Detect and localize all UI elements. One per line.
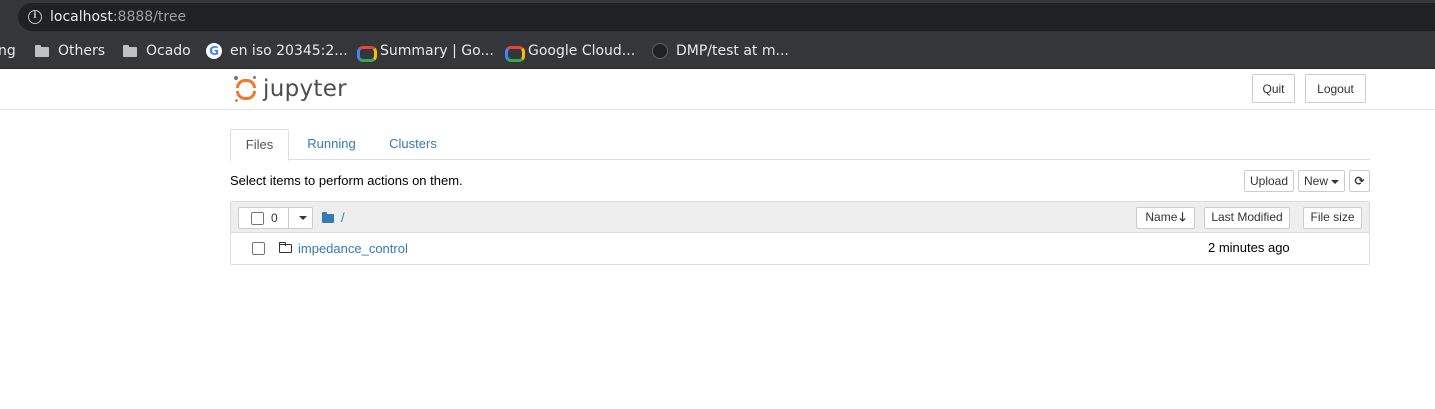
url-path: :8888/tree: [112, 9, 187, 25]
logout-button[interactable]: Logout: [1305, 74, 1366, 103]
jupyter-logo-icon: [234, 76, 258, 102]
sort-file-size-button[interactable]: File size: [1303, 207, 1362, 229]
arrow-down-icon: 🡓: [1179, 210, 1186, 224]
bookmark-en-iso[interactable]: G en iso 20345:2...: [206, 42, 348, 60]
logo-text: jupyter: [263, 76, 347, 102]
divider: [288, 208, 289, 228]
back-arrow-icon[interactable]: ‹: [0, 8, 6, 24]
dashboard-tabs: Files Running Clusters: [230, 129, 1370, 161]
bookmark-google-cloud[interactable]: Google Cloud...: [504, 42, 636, 62]
upload-button[interactable]: Upload: [1244, 170, 1294, 192]
select-all-dropdown[interactable]: 0: [238, 207, 313, 229]
list-header: 0 / Name 🡓 Last Modified File size: [231, 202, 1369, 233]
bookmark-label: ng: [0, 43, 16, 59]
selected-count: 0: [271, 211, 278, 225]
breadcrumb[interactable]: /: [322, 210, 345, 225]
google-icon: G: [206, 43, 222, 59]
new-label: New: [1304, 174, 1329, 188]
refresh-icon: ⟳: [1354, 174, 1365, 188]
site-info-icon[interactable]: i: [28, 10, 42, 24]
google-cloud-icon: [356, 43, 377, 62]
item-modified: 2 minutes ago: [1208, 240, 1290, 255]
refresh-button[interactable]: ⟳: [1349, 170, 1370, 192]
breadcrumb-path[interactable]: /: [341, 210, 345, 225]
selection-hint: Select items to perform actions on them.: [230, 173, 463, 188]
folder-icon: [322, 211, 334, 223]
bookmarks-bar: ng Others Ocado G en iso 20345:2... Summ…: [0, 34, 1435, 69]
folder-icon: [34, 43, 50, 59]
list-item[interactable]: impedance_control 2 minutes ago: [231, 234, 1369, 264]
bookmark-summary[interactable]: Summary | Go...: [356, 42, 494, 62]
caret-down-icon: [1331, 179, 1340, 184]
bookmark-ocado[interactable]: Ocado: [122, 42, 191, 60]
tab-files[interactable]: Files: [230, 129, 289, 161]
notebook-list: 0 / Name 🡓 Last Modified File size impeda…: [230, 201, 1370, 265]
bookmark-label: en iso 20345:2...: [230, 43, 348, 59]
jupyter-logo[interactable]: jupyter: [234, 74, 347, 104]
bookmark-label: DMP/test at m...: [676, 43, 789, 59]
address-bar[interactable]: i localhost:8888/tree: [18, 3, 1435, 31]
item-checkbox[interactable]: [252, 242, 265, 255]
sort-name-button[interactable]: Name 🡓: [1136, 207, 1195, 229]
google-cloud-icon: [504, 43, 525, 62]
new-dropdown-button[interactable]: New: [1298, 170, 1345, 192]
github-icon: [652, 43, 668, 59]
bookmark-others[interactable]: Others: [34, 42, 105, 60]
bookmark-label: Others: [58, 43, 106, 59]
bookmark-label: Summary | Go...: [380, 43, 494, 59]
bookmark-label: Google Cloud...: [528, 43, 636, 59]
tab-clusters[interactable]: Clusters: [380, 129, 446, 160]
jupyter-header: jupyter Quit Logout: [0, 69, 1435, 110]
item-name-link[interactable]: impedance_control: [298, 241, 408, 257]
quit-button[interactable]: Quit: [1252, 74, 1295, 103]
folder-icon: [279, 242, 292, 253]
url-host: localhost: [50, 9, 113, 25]
bookmark-dmp-test[interactable]: DMP/test at m...: [652, 42, 789, 60]
bookmark-truncated[interactable]: ng: [0, 42, 16, 60]
sort-name-label: Name: [1145, 210, 1178, 224]
tab-running[interactable]: Running: [299, 129, 364, 160]
caret-down-icon[interactable]: [299, 216, 307, 220]
url-text[interactable]: localhost:8888/tree: [50, 9, 186, 25]
browser-toolbar: ‹ i localhost:8888/tree: [0, 0, 1435, 34]
folder-icon: [122, 43, 138, 59]
sort-last-modified-button[interactable]: Last Modified: [1204, 207, 1290, 229]
bookmark-label: Ocado: [146, 43, 191, 59]
select-all-checkbox[interactable]: [251, 212, 264, 225]
